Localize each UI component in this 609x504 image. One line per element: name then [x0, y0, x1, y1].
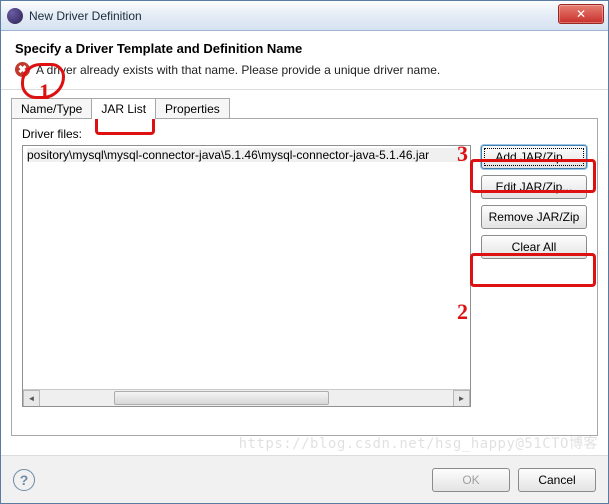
- tab-body-jar-list: Driver files: pository\mysql\mysql-conne…: [11, 118, 598, 436]
- close-button[interactable]: ✕: [558, 4, 604, 24]
- window-title: New Driver Definition: [29, 9, 558, 23]
- scroll-right-button[interactable]: ►: [453, 390, 470, 407]
- tab-name-type[interactable]: Name/Type: [11, 98, 92, 119]
- driver-files-list[interactable]: pository\mysql\mysql-connector-java\5.1.…: [22, 145, 471, 407]
- tab-properties[interactable]: Properties: [155, 98, 230, 119]
- scroll-thumb[interactable]: [114, 391, 329, 405]
- bottom-bar: ? OK Cancel: [1, 455, 608, 503]
- titlebar: New Driver Definition ✕: [1, 1, 608, 31]
- add-jar-button[interactable]: Add JAR/Zip...: [481, 145, 587, 169]
- banner-heading: Specify a Driver Template and Definition…: [15, 41, 594, 56]
- jar-button-column: Add JAR/Zip... Edit JAR/Zip... Remove JA…: [481, 145, 587, 407]
- scroll-left-button[interactable]: ◄: [23, 390, 40, 407]
- edit-jar-button[interactable]: Edit JAR/Zip...: [481, 175, 587, 199]
- eclipse-icon: [7, 8, 23, 24]
- horizontal-scrollbar[interactable]: ◄ ►: [23, 389, 470, 406]
- driver-files-label: Driver files:: [22, 127, 587, 141]
- scroll-track[interactable]: [40, 390, 453, 406]
- banner: Specify a Driver Template and Definition…: [1, 31, 608, 90]
- dialog-window: New Driver Definition ✕ Specify a Driver…: [0, 0, 609, 504]
- tab-jar-list[interactable]: JAR List: [91, 98, 156, 119]
- help-button[interactable]: ?: [13, 469, 35, 491]
- ok-button[interactable]: OK: [432, 468, 510, 492]
- tab-strip: Name/Type JAR List Properties: [11, 98, 598, 119]
- remove-jar-button[interactable]: Remove JAR/Zip: [481, 205, 587, 229]
- clear-all-button[interactable]: Clear All: [481, 235, 587, 259]
- error-icon: ✖: [15, 62, 30, 77]
- error-message: A driver already exists with that name. …: [36, 63, 440, 77]
- list-item[interactable]: pository\mysql\mysql-connector-java\5.1.…: [27, 148, 466, 162]
- watermark-text: https://blog.csdn.net/hsg_happy@51CTO博客: [239, 433, 598, 453]
- cancel-button[interactable]: Cancel: [518, 468, 596, 492]
- error-row: ✖ A driver already exists with that name…: [15, 62, 594, 77]
- tabs-area: Name/Type JAR List Properties Driver fil…: [1, 90, 608, 436]
